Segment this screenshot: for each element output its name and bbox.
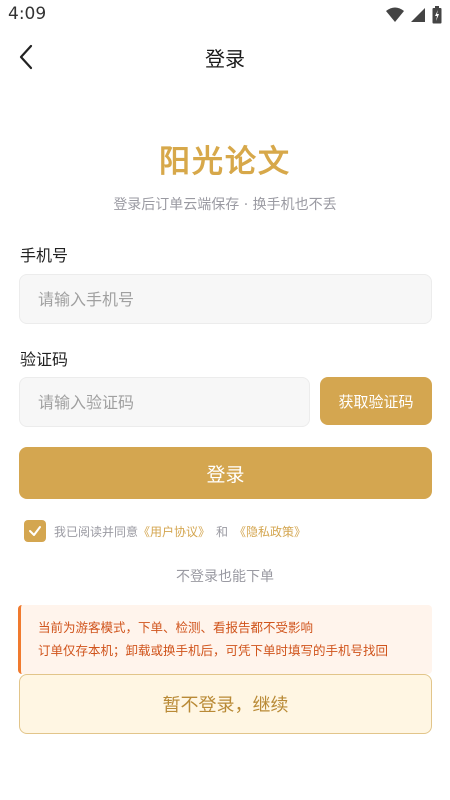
guest-mode-notice: 当前为游客模式，下单、检测、看报告都不受影响 订单仅存本机；卸载或换手机后，可凭… <box>18 605 432 674</box>
code-label: 验证码 <box>20 350 69 369</box>
agreement-prefix: 我已阅读并同意 <box>54 524 139 539</box>
nav-bar: 登录 <box>0 32 450 82</box>
status-icons <box>386 6 442 24</box>
phone-label: 手机号 <box>20 246 69 265</box>
subtitle: 登录后订单云端保存 · 换手机也不丢 <box>113 197 337 213</box>
notice-line-2: 订单仅存本机；卸载或换手机后，可凭下单时填写的手机号找回 <box>38 643 389 658</box>
agreement-row: 我已阅读并同意 《用户协议》 和 《隐私政策》 <box>24 519 306 543</box>
app-name: 阳光论文 <box>159 144 291 180</box>
verification-code-input[interactable] <box>36 391 309 413</box>
status-time: 4:09 <box>8 4 47 24</box>
page-title: 登录 <box>205 47 245 71</box>
wifi-icon <box>386 7 404 22</box>
agreement-checkbox[interactable] <box>24 520 46 542</box>
agreement-and: 和 <box>216 524 229 539</box>
cellular-signal-icon <box>411 8 425 22</box>
guest-hint: 不登录也能下单 <box>176 569 274 585</box>
privacy-policy-link[interactable]: 《隐私政策》 <box>234 523 306 540</box>
skip-login-button[interactable]: 暂不登录，继续 <box>19 674 432 734</box>
login-button[interactable]: 登录 <box>19 447 432 499</box>
user-agreement-link[interactable]: 《用户协议》 <box>138 523 210 540</box>
code-field-container <box>19 377 310 427</box>
phone-field-container <box>19 274 432 324</box>
checkmark-icon <box>29 526 41 536</box>
status-bar: 4:09 <box>0 0 450 32</box>
battery-icon <box>432 6 442 24</box>
notice-line-1: 当前为游客模式，下单、检测、看报告都不受影响 <box>38 620 314 635</box>
get-code-button[interactable]: 获取验证码 <box>320 377 432 425</box>
phone-input[interactable] <box>36 288 431 310</box>
